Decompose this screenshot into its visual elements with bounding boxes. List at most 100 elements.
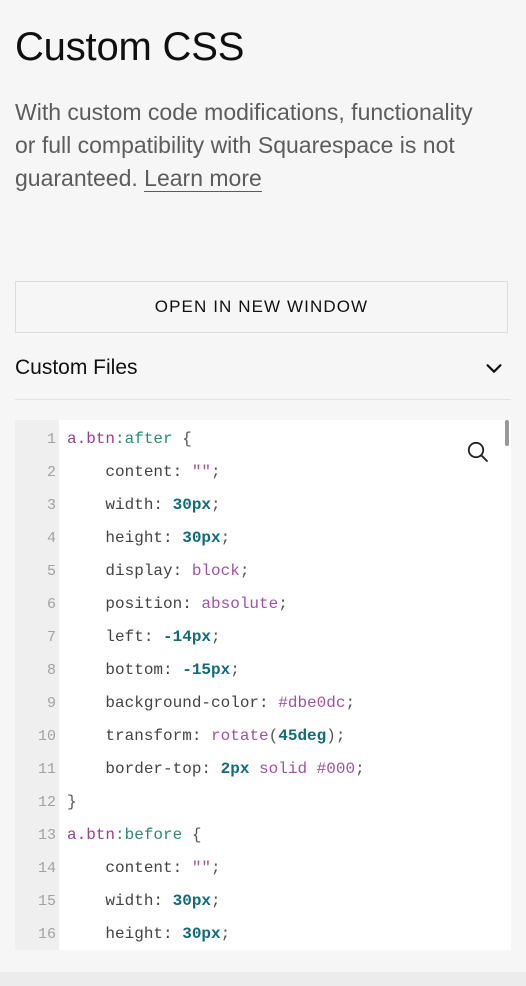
code-text: content: ""; — [67, 852, 221, 885]
code-line[interactable]: 4 height: 30px; — [15, 522, 511, 555]
line-number: 12 — [37, 794, 56, 811]
page-title: Custom CSS — [15, 25, 245, 69]
code-token: a.btn — [67, 430, 116, 448]
code-token: display: — [67, 562, 192, 580]
code-token: :before — [115, 826, 183, 844]
code-lines: 1 a.btn:after {2 content: ""; 3 width: 30p… — [15, 423, 511, 950]
code-token: ; — [278, 595, 288, 613]
code-token: 30px — [182, 529, 221, 547]
code-token: content: — [67, 463, 192, 481]
code-text: display: block; — [67, 555, 249, 588]
code-token: ; — [211, 496, 221, 514]
code-token: transform: — [67, 727, 212, 745]
code-line[interactable]: 10 transform: rotate(45deg); — [15, 720, 511, 753]
code-token: 2px — [220, 760, 250, 778]
line-number: 14 — [37, 860, 56, 877]
line-number: 9 — [46, 695, 56, 712]
custom-files-label: Custom Files — [15, 355, 138, 379]
line-number: 11 — [37, 761, 56, 778]
code-token: a.btn — [67, 826, 116, 844]
line-number: 1 — [46, 431, 56, 448]
code-token: background-color: — [67, 694, 279, 712]
code-line[interactable]: 1 a.btn:after { — [15, 423, 511, 456]
code-text: left: -14px; — [67, 621, 221, 654]
line-number: 3 — [46, 497, 56, 514]
custom-files-toggle[interactable]: Custom Files — [15, 336, 511, 400]
open-in-new-window-button[interactable]: OPEN IN NEW WINDOW — [15, 281, 508, 333]
code-token: #dbe0dc — [278, 694, 346, 712]
line-number: 6 — [46, 596, 56, 613]
code-text: transform: rotate(45deg); — [67, 720, 345, 753]
code-line[interactable]: 12} — [15, 786, 511, 819]
code-line[interactable]: 7 left: -14px; — [15, 621, 511, 654]
line-number: 13 — [37, 827, 56, 844]
editor-scrollbar[interactable] — [505, 420, 509, 446]
code-token: "" — [191, 463, 212, 481]
code-token: 45deg — [278, 727, 327, 745]
code-token: rotate — [211, 727, 269, 745]
code-line[interactable]: 11 border-top: 2px solid #000; — [15, 753, 511, 786]
code-text: height: 30px; — [67, 522, 230, 555]
code-token: width: — [67, 496, 173, 514]
code-token: solid #000 — [249, 760, 356, 778]
code-line[interactable]: 14 content: ""; — [15, 852, 511, 885]
code-line[interactable]: 3 width: 30px; — [15, 489, 511, 522]
code-token: ; — [211, 628, 221, 646]
code-token: 30px — [172, 496, 212, 514]
code-token: block — [191, 562, 240, 580]
code-token: ; — [220, 529, 231, 547]
code-line[interactable]: 5 display: block; — [15, 555, 511, 588]
code-token: width: — [67, 892, 173, 910]
code-line[interactable]: 8 bottom: -15px; — [15, 654, 511, 687]
code-token: height: — [67, 925, 183, 943]
bottom-bar — [0, 972, 526, 986]
code-token: ; — [211, 463, 221, 481]
line-number: 15 — [37, 893, 56, 910]
line-number: 16 — [37, 926, 56, 943]
code-text: width: 30px; — [67, 885, 221, 918]
code-text: a.btn:before { — [67, 819, 201, 852]
code-token: :after — [115, 430, 173, 448]
code-token: absolute — [201, 595, 279, 613]
code-line[interactable]: 6 position: absolute; — [15, 588, 511, 621]
code-line[interactable]: 9 background-color: #dbe0dc; — [15, 687, 511, 720]
line-number: 4 — [46, 530, 56, 547]
code-token: 30px — [172, 892, 212, 910]
code-line[interactable]: 16 height: 30px; — [15, 918, 511, 950]
code-token: ; — [211, 892, 221, 910]
line-number: 10 — [37, 728, 56, 745]
code-token: height: — [67, 529, 183, 547]
code-text: border-top: 2px solid #000; — [67, 753, 365, 786]
code-token: ; — [355, 760, 365, 778]
code-token: ( — [268, 727, 279, 745]
code-token: 30px — [182, 925, 221, 943]
code-text: width: 30px; — [67, 489, 221, 522]
code-token: border-top: — [67, 760, 221, 778]
chevron-down-icon — [486, 363, 502, 373]
code-line[interactable]: 13 a.btn:before { — [15, 819, 511, 852]
code-token: { — [172, 430, 192, 448]
code-text: position: absolute; — [67, 588, 288, 621]
code-text: height: 30px; — [67, 918, 230, 950]
code-text: background-color: #dbe0dc; — [67, 687, 355, 720]
line-number: 7 — [46, 629, 56, 646]
code-token: ; — [211, 859, 221, 877]
learn-more-link[interactable]: Learn more — [144, 165, 262, 192]
code-token: { — [182, 826, 202, 844]
line-number: 5 — [46, 563, 56, 580]
code-token: ); — [326, 727, 346, 745]
code-token: -14px — [163, 628, 212, 646]
css-code-editor[interactable]: 1 a.btn:after {2 content: ""; 3 width: 30p… — [15, 420, 511, 950]
code-token: ; — [230, 661, 240, 679]
code-token: ; — [220, 925, 231, 943]
code-line[interactable]: 15 width: 30px; — [15, 885, 511, 918]
code-text: a.btn:after { — [67, 423, 192, 456]
code-line[interactable]: 2 content: ""; — [15, 456, 511, 489]
code-token: content: — [67, 859, 192, 877]
code-token: ; — [345, 694, 356, 712]
code-text: content: ""; — [67, 456, 221, 489]
code-token: left: — [67, 628, 164, 646]
custom-css-panel: Custom CSS With custom code modification… — [0, 0, 526, 972]
search-icon[interactable] — [466, 440, 490, 464]
code-text: } — [67, 786, 77, 819]
